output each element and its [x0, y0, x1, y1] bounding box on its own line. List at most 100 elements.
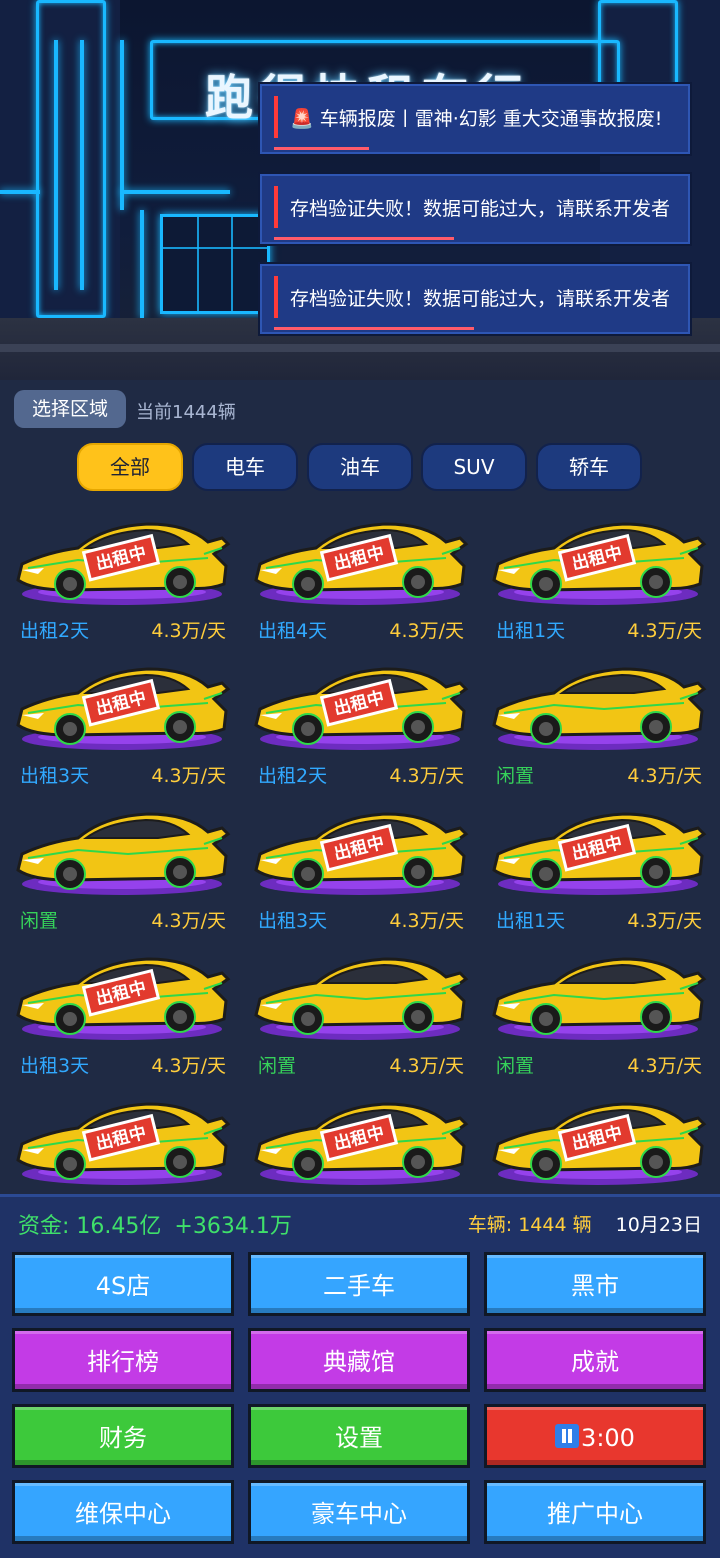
used-car-button[interactable]: 二手车	[248, 1252, 470, 1316]
car-status: 出租1天	[496, 910, 566, 932]
car-card[interactable]: 闲置 4.3万/天	[246, 943, 474, 1088]
car-card[interactable]: 出租中 出租3天 4.3万/天	[8, 943, 236, 1088]
toast-text: 车辆报废丨雷神·幻影 重大交通事故报废!	[319, 108, 663, 130]
car-card[interactable]: 出租中 出租3天 4.3万/天	[8, 653, 236, 798]
car-status: 闲置	[496, 765, 535, 787]
sports-car-icon	[492, 957, 707, 1040]
tab-electric[interactable]: 电车	[192, 443, 298, 491]
sports-car-icon: 出租中	[254, 1102, 469, 1185]
car-card[interactable]: 出租中	[8, 1088, 236, 1194]
sports-car-icon	[16, 812, 231, 895]
siren-icon: 🚨	[290, 108, 314, 130]
car-status: 出租3天	[20, 765, 90, 787]
achievement-button[interactable]: 成就	[484, 1328, 706, 1392]
sports-car-icon: 出租中	[254, 667, 469, 750]
tab-sedan[interactable]: 轿车	[536, 443, 642, 491]
car-price: 4.3万/天	[627, 1055, 702, 1077]
collection-button[interactable]: 典藏馆	[248, 1328, 470, 1392]
toast-accent-bar	[274, 186, 278, 228]
select-region-button[interactable]: 选择区域	[14, 390, 126, 428]
neon-column-left	[36, 0, 106, 318]
toast-notification: 存档验证失败！数据可能过大，请联系开发者	[258, 262, 692, 336]
toast-accent-bar	[274, 276, 278, 318]
car-grid: 出租中 出租2天 4.3万/天 出租中 出租4天 4.3万/天 出租中 出租1天…	[0, 500, 720, 1194]
pause-timer-button[interactable]: 3:00	[484, 1404, 706, 1468]
car-price: 4.3万/天	[151, 620, 226, 642]
settings-button[interactable]: 设置	[248, 1404, 470, 1468]
sports-car-icon: 出租中	[492, 812, 707, 895]
car-status: 出租4天	[258, 620, 328, 642]
funds-label: 资金:	[18, 1214, 70, 1239]
car-card[interactable]: 出租中 出租3天 4.3万/天	[246, 798, 474, 943]
car-card[interactable]: 出租中 出租1天 4.3万/天	[484, 798, 712, 943]
sports-car-icon: 出租中	[254, 522, 469, 605]
sports-car-icon: 出租中	[16, 1102, 231, 1185]
ranking-button[interactable]: 排行榜	[12, 1328, 234, 1392]
car-status: 出租1天	[496, 620, 566, 642]
sports-car-icon: 出租中	[492, 1102, 707, 1185]
finance-button[interactable]: 财务	[12, 1404, 234, 1468]
car-card[interactable]: 闲置 4.3万/天	[484, 653, 712, 798]
funds-display: 资金: 16.45亿 +3634.1万	[18, 1208, 292, 1240]
car-card[interactable]: 闲置 4.3万/天	[484, 943, 712, 1088]
sports-car-icon: 出租中	[16, 957, 231, 1040]
toast-notification: 存档验证失败！数据可能过大，请联系开发者	[258, 172, 692, 246]
car-card[interactable]: 出租中 出租1天 4.3万/天	[484, 508, 712, 653]
toast-text: 存档验证失败！数据可能过大，请联系开发者	[290, 288, 671, 310]
car-status: 闲置	[20, 910, 59, 932]
car-card[interactable]: 闲置 4.3万/天	[8, 798, 236, 943]
car-price: 4.3万/天	[389, 765, 464, 787]
sports-car-icon: 出租中	[254, 812, 469, 895]
maintenance-center-button[interactable]: 维保中心	[12, 1480, 234, 1544]
toast-notification: 🚨 车辆报废丨雷神·幻影 重大交通事故报废!	[258, 82, 692, 156]
car-status: 出租2天	[258, 765, 328, 787]
car-price: 4.3万/天	[627, 765, 702, 787]
car-status: 出租2天	[20, 620, 90, 642]
tab-all[interactable]: 全部	[77, 443, 183, 491]
car-card[interactable]: 出租中	[246, 1088, 474, 1194]
luxury-center-button[interactable]: 豪车中心	[248, 1480, 470, 1544]
car-card[interactable]: 出租中 出租2天 4.3万/天	[8, 508, 236, 653]
car-status: 出租3天	[20, 1055, 90, 1077]
tab-fuel[interactable]: 油车	[307, 443, 413, 491]
car-price: 4.3万/天	[389, 1055, 464, 1077]
toast-text: 存档验证失败！数据可能过大，请联系开发者	[290, 198, 671, 220]
car-price: 4.3万/天	[627, 620, 702, 642]
shop-window	[160, 214, 270, 314]
toast-accent-bar	[274, 96, 278, 138]
car-card[interactable]: 出租中	[484, 1088, 712, 1194]
car-price: 4.3万/天	[151, 1055, 226, 1077]
car-card[interactable]: 出租中 出租2天 4.3万/天	[246, 653, 474, 798]
sports-car-icon	[492, 667, 707, 750]
pause-icon	[555, 1424, 580, 1448]
sports-car-icon	[254, 957, 469, 1040]
vehicle-info: 车辆: 1444 辆 10月23日	[468, 1210, 702, 1237]
vehicles-value: 1444 辆	[518, 1214, 592, 1236]
sports-car-icon: 出租中	[492, 522, 707, 605]
car-price: 4.3万/天	[389, 620, 464, 642]
car-status: 出租3天	[258, 910, 328, 932]
black-market-button[interactable]: 黑市	[484, 1252, 706, 1316]
toast-progress	[274, 147, 369, 150]
car-price: 4.3万/天	[151, 765, 226, 787]
funds-value: 16.45亿	[76, 1214, 162, 1239]
car-price: 4.3万/天	[627, 910, 702, 932]
vehicle-count-label: 当前1444辆	[136, 402, 236, 423]
car-price: 4.3万/天	[389, 910, 464, 932]
category-tabs: 全部 电车 油车 SUV 轿车	[77, 443, 647, 491]
income-value: +3634.1万	[174, 1214, 292, 1239]
tab-suv[interactable]: SUV	[421, 443, 527, 491]
car-card[interactable]: 出租中 出租4天 4.3万/天	[246, 508, 474, 653]
game-date: 10月23日	[615, 1214, 702, 1236]
promotion-center-button[interactable]: 推广中心	[484, 1480, 706, 1544]
vehicles-label: 车辆:	[467, 1214, 513, 1236]
car-status: 闲置	[496, 1055, 535, 1077]
toast-progress	[274, 237, 454, 240]
4s-store-button[interactable]: 4S店	[12, 1252, 234, 1316]
toast-progress	[274, 327, 474, 330]
car-status: 闲置	[258, 1055, 297, 1077]
car-price: 4.3万/天	[151, 910, 226, 932]
sports-car-icon: 出租中	[16, 522, 231, 605]
sports-car-icon: 出租中	[16, 667, 231, 750]
timer-value: 3:00	[581, 1424, 635, 1452]
